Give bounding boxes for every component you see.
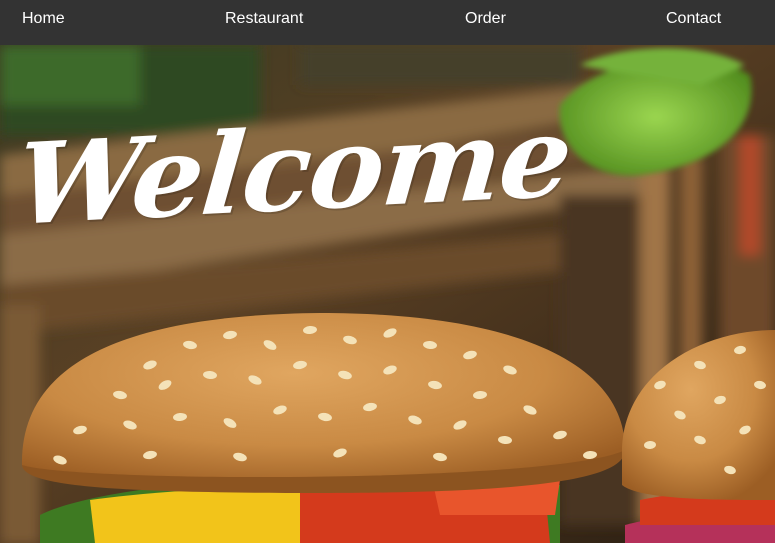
nav-link-home[interactable]: Home bbox=[22, 0, 65, 38]
top-navigation-bar: Home Restaurant Order Contact bbox=[0, 0, 775, 45]
hero-banner: Welcome bbox=[0, 45, 775, 543]
hero-title: Welcome bbox=[11, 91, 576, 251]
nav-link-contact[interactable]: Contact bbox=[666, 0, 721, 38]
nav-link-order[interactable]: Order bbox=[465, 0, 506, 38]
nav-link-restaurant[interactable]: Restaurant bbox=[225, 0, 303, 38]
